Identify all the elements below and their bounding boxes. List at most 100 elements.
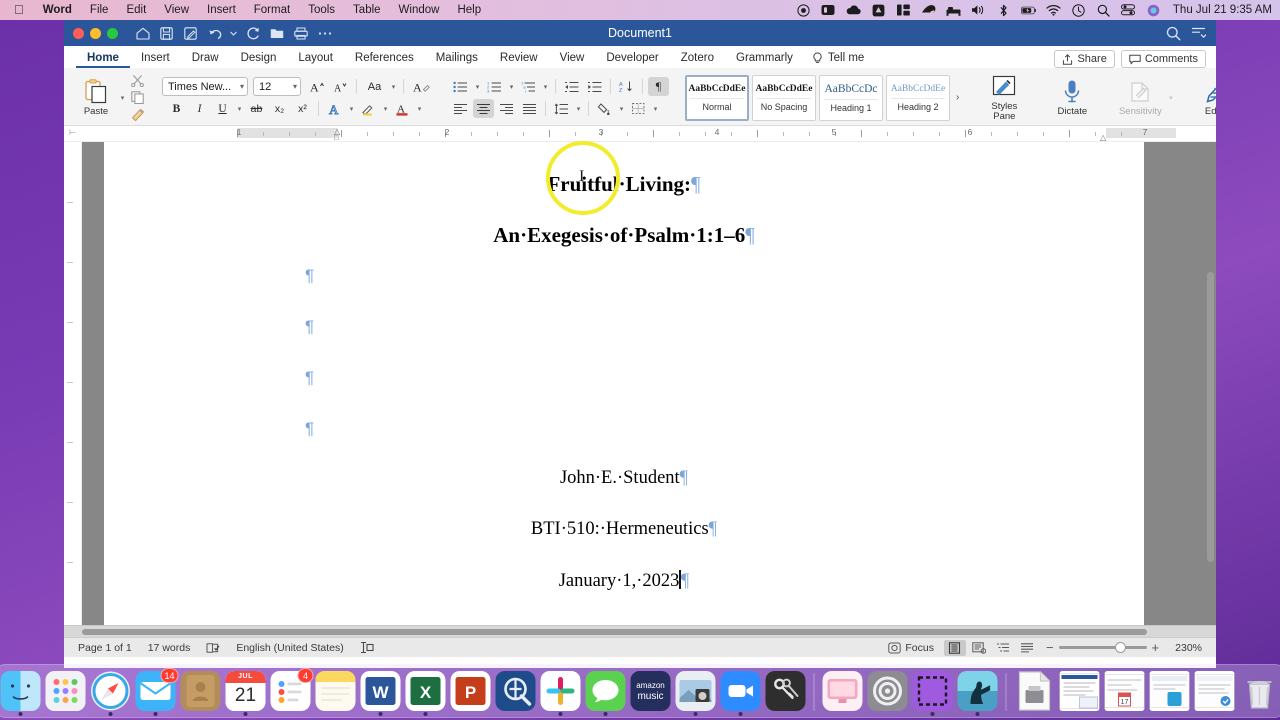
- borders-caret[interactable]: ▾: [651, 105, 660, 113]
- menu-item-help[interactable]: Help: [448, 0, 490, 20]
- menu-item-edit[interactable]: Edit: [117, 0, 155, 20]
- save-as-icon[interactable]: [180, 23, 201, 43]
- show-paragraph-marks-icon[interactable]: ¶: [648, 77, 669, 96]
- highlight-caret[interactable]: ▾: [381, 105, 390, 113]
- save-icon[interactable]: [156, 23, 177, 43]
- sort-icon[interactable]: AZ: [616, 77, 637, 96]
- dock-item-reminders[interactable]: 4: [270, 668, 314, 711]
- numbered-list-icon[interactable]: 123: [484, 77, 505, 96]
- zoom-in-button[interactable]: +: [1152, 640, 1160, 655]
- dock-item-finder[interactable]: [0, 671, 41, 716]
- tab-grammarly[interactable]: Grammarly: [725, 48, 804, 68]
- underline-caret[interactable]: ▾: [235, 105, 244, 113]
- tab-developer[interactable]: Developer: [595, 48, 669, 68]
- paste-dropdown-caret[interactable]: ▾: [118, 94, 127, 102]
- outline-view-icon[interactable]: [992, 640, 1014, 656]
- comments-button[interactable]: Comments: [1120, 50, 1206, 68]
- zoom-track[interactable]: [1058, 642, 1147, 653]
- doc-line-author[interactable]: John·E.·Student¶: [104, 468, 1144, 489]
- bullet-list-caret[interactable]: ▾: [473, 83, 482, 91]
- battery-icon[interactable]: [1020, 3, 1036, 18]
- ribbon-collapse-icon[interactable]: [1191, 26, 1206, 40]
- doc-line-title-2[interactable]: An·Exegesis·of·Psalm·1:1–6¶: [104, 223, 1144, 248]
- change-case-caret[interactable]: ▾: [389, 83, 398, 91]
- subscript-button[interactable]: x₂: [269, 99, 290, 118]
- vertical-scrollbar-thumb[interactable]: [1207, 272, 1214, 562]
- dock-item-excel[interactable]: X: [405, 671, 446, 716]
- menu-item-insert[interactable]: Insert: [198, 0, 245, 20]
- menu-item-file[interactable]: File: [81, 0, 118, 20]
- dock-item-minimized-window-3[interactable]: [1149, 671, 1190, 711]
- zoom-slider[interactable]: − +: [1040, 640, 1165, 655]
- zoom-knob[interactable]: [1114, 642, 1126, 653]
- style-normal[interactable]: AaBbCcDdEe Normal: [685, 74, 749, 121]
- scissors-icon[interactable]: [129, 73, 146, 88]
- tab-layout[interactable]: Layout: [287, 48, 344, 68]
- editor-button[interactable]: Editor: [1191, 72, 1216, 124]
- tab-draw[interactable]: Draw: [181, 48, 230, 68]
- dock-item-settings[interactable]: [867, 671, 908, 711]
- dock-item-minimized-window-4[interactable]: [1194, 671, 1235, 711]
- line-spacing-icon[interactable]: [551, 99, 572, 118]
- open-folder-icon[interactable]: [266, 23, 287, 43]
- menu-item-format[interactable]: Format: [245, 0, 299, 20]
- superscript-button[interactable]: x²: [292, 99, 313, 118]
- align-center-icon[interactable]: [473, 99, 494, 118]
- dock-item-photos[interactable]: [675, 671, 716, 716]
- clear-formatting-icon[interactable]: A: [409, 77, 434, 96]
- control-center-icon[interactable]: [1121, 3, 1136, 18]
- left-indent-marker-icon[interactable]: □: [334, 133, 339, 141]
- highlight-icon[interactable]: [358, 99, 379, 118]
- dock-item-zoom[interactable]: [720, 671, 761, 716]
- right-indent-marker-icon[interactable]: △: [1100, 133, 1106, 141]
- minimize-button[interactable]: [90, 27, 101, 39]
- web-layout-icon[interactable]: [968, 640, 990, 656]
- horizontal-scrollbar-thumb[interactable]: [82, 629, 1147, 635]
- menu-item-window[interactable]: Window: [390, 0, 449, 20]
- wifi-icon[interactable]: [1046, 3, 1061, 18]
- bed-icon[interactable]: [946, 3, 961, 18]
- font-size-combo[interactable]: 12 ▾: [253, 77, 301, 96]
- align-right-icon[interactable]: [496, 99, 517, 118]
- dock-item-powerpoint[interactable]: P: [450, 671, 491, 711]
- justify-icon[interactable]: [519, 99, 540, 118]
- paste-button[interactable]: Paste: [74, 79, 118, 117]
- maximize-button[interactable]: [107, 27, 118, 39]
- increase-indent-icon[interactable]: [584, 77, 605, 96]
- apple-logo-icon[interactable]: : [8, 1, 34, 19]
- doc-line-course[interactable]: BTI·510:·Hermeneutics¶: [104, 519, 1144, 540]
- print-layout-icon[interactable]: [943, 639, 966, 656]
- time-machine-icon[interactable]: [1071, 3, 1086, 18]
- dock-item-notes[interactable]: [315, 671, 356, 711]
- dock-item-minimized-window-1[interactable]: [1059, 671, 1100, 711]
- dictate-button[interactable]: Dictate: [1046, 72, 1098, 124]
- italic-button[interactable]: I: [189, 99, 210, 118]
- shading-icon[interactable]: [594, 99, 615, 118]
- screen-mirror-icon[interactable]: [821, 3, 836, 18]
- bullet-list-icon[interactable]: [450, 77, 471, 96]
- borders-icon[interactable]: [628, 99, 649, 118]
- dropbox-icon[interactable]: [871, 3, 886, 18]
- tab-design[interactable]: Design: [230, 48, 288, 68]
- strikethrough-button[interactable]: ab: [246, 99, 267, 118]
- dock-item-screenshot[interactable]: [912, 671, 953, 716]
- tab-stop-icon[interactable]: ⊢: [69, 128, 76, 137]
- menu-item-table[interactable]: Table: [344, 0, 390, 20]
- align-left-icon[interactable]: [450, 99, 471, 118]
- decrease-indent-icon[interactable]: [561, 77, 582, 96]
- page-indicator[interactable]: Page 1 of 1: [70, 642, 140, 654]
- tab-mailings[interactable]: Mailings: [425, 48, 489, 68]
- focus-button[interactable]: Focus: [880, 642, 942, 654]
- underline-button[interactable]: U: [212, 99, 233, 118]
- print-icon[interactable]: [290, 23, 311, 43]
- document-page[interactable]: Fruitful·Living:¶ An·Exegesis·of·Psalm·1…: [104, 142, 1144, 637]
- more-options-icon[interactable]: [314, 23, 335, 43]
- menu-item-view[interactable]: View: [155, 0, 198, 20]
- multilevel-list-icon[interactable]: 1ai: [518, 77, 539, 96]
- style-heading-1[interactable]: AaBbCcDc Heading 1: [819, 74, 883, 121]
- dock-item-amazon-music[interactable]: amazon music: [630, 671, 671, 711]
- dock-item-launchpad[interactable]: [45, 671, 86, 711]
- multilevel-list-caret[interactable]: ▾: [541, 83, 550, 91]
- undo-dropdown-caret[interactable]: [228, 23, 239, 43]
- document-canvas[interactable]: Fruitful·Living:¶ An·Exegesis·of·Psalm·1…: [64, 142, 1216, 637]
